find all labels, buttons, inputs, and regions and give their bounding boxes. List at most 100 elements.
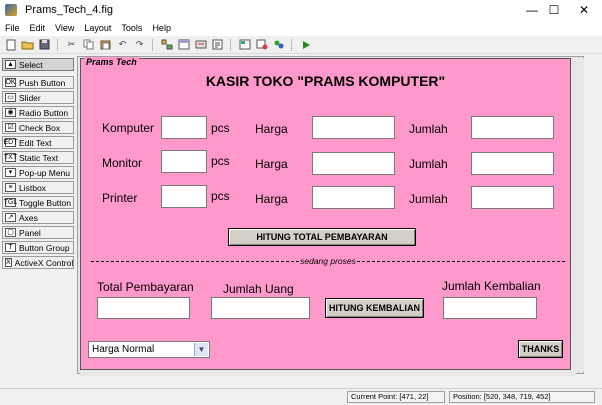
- palette-listbox[interactable]: ≡ Listbox: [2, 181, 74, 194]
- total-label: Jumlah: [409, 157, 448, 171]
- panel-title: Prams Tech: [84, 57, 139, 67]
- vertical-scrollbar[interactable]: [576, 58, 584, 372]
- palette-radio-button[interactable]: ◉ Radio Button: [2, 106, 74, 119]
- palette-label: Select: [19, 59, 43, 70]
- palette-edit-text[interactable]: EDT Edit Text: [2, 136, 74, 149]
- button-group-icon: T: [5, 243, 16, 252]
- align-icon[interactable]: [160, 39, 173, 51]
- guide-window: Prams_Tech_4.fig — ☐ ✕ File Edit View La…: [0, 0, 602, 405]
- price-input-printer[interactable]: [312, 186, 395, 209]
- menu-layout[interactable]: Layout: [79, 23, 116, 33]
- change-input[interactable]: [443, 297, 537, 319]
- title-bar: Prams_Tech_4.fig — ☐ ✕: [0, 0, 602, 20]
- palette-activex-control[interactable]: X ActiveX Control: [2, 256, 74, 269]
- menu-tools[interactable]: Tools: [116, 23, 147, 33]
- price-type-popup[interactable]: Harga Normal ▼: [88, 341, 210, 358]
- total-label: Jumlah: [409, 122, 448, 136]
- toolbar-separator: [291, 38, 292, 51]
- qty-input-komputer[interactable]: [161, 116, 207, 139]
- palette-label: Radio Button: [19, 107, 69, 118]
- price-input-komputer[interactable]: [312, 116, 395, 139]
- thanks-button[interactable]: THANKS: [518, 340, 563, 358]
- divider-line: [356, 260, 565, 262]
- qty-input-printer[interactable]: [161, 185, 207, 208]
- status-bar: Current Point: [471, 22] Position: [520,…: [0, 388, 602, 405]
- chevron-down-icon[interactable]: ▼: [194, 343, 208, 356]
- calculate-total-button[interactable]: HITUNG TOTAL PEMBAYARAN: [228, 228, 416, 246]
- palette-label: Panel: [19, 227, 41, 238]
- popup-menu-icon: ▾: [5, 168, 16, 177]
- total-input-printer[interactable]: [471, 186, 554, 209]
- tab-order-icon[interactable]: [194, 39, 207, 51]
- window-title: Prams_Tech_4.fig: [25, 4, 114, 16]
- palette-static-text[interactable]: TXT Static Text: [2, 151, 74, 164]
- total-payment-input[interactable]: [97, 297, 190, 319]
- menu-bar: File Edit View Layout Tools Help: [0, 20, 602, 36]
- menu-editor-icon[interactable]: [177, 39, 190, 51]
- price-label: Harga: [255, 122, 288, 136]
- radio-button-icon: ◉: [5, 108, 16, 117]
- run-icon[interactable]: [299, 39, 312, 51]
- total-label: Jumlah: [409, 192, 448, 206]
- palette-select[interactable]: ▲ Select: [2, 58, 74, 71]
- unit-label: pcs: [211, 189, 230, 203]
- mfile-editor-icon[interactable]: [211, 39, 224, 51]
- palette-label: Slider: [19, 92, 41, 103]
- palette-label: Edit Text: [19, 137, 52, 148]
- pointer-icon: ▲: [5, 60, 16, 69]
- palette-label: Button Group: [19, 242, 70, 253]
- palette-check-box[interactable]: ☑ Check Box: [2, 121, 74, 134]
- total-payment-label: Total Pembayaran: [97, 280, 194, 294]
- price-label: Harga: [255, 157, 288, 171]
- toggle-button-icon: TGL: [3, 198, 18, 207]
- palette-axes[interactable]: ↗ Axes: [2, 211, 74, 224]
- axes-icon: ↗: [5, 213, 16, 222]
- palette-panel[interactable]: ▢ Panel: [2, 226, 74, 239]
- object-browser-icon[interactable]: [255, 39, 268, 51]
- total-input-komputer[interactable]: [471, 116, 554, 139]
- palette-label: Listbox: [19, 182, 46, 193]
- qty-input-monitor[interactable]: [161, 150, 207, 173]
- item-label-monitor: Monitor: [102, 156, 143, 170]
- toolbox-icon[interactable]: [272, 39, 285, 51]
- total-input-monitor[interactable]: [471, 152, 554, 175]
- palette-label: Check Box: [19, 122, 61, 133]
- prams-tech-panel[interactable]: [80, 58, 571, 370]
- money-input[interactable]: [211, 297, 310, 319]
- palette-button-group[interactable]: T Button Group: [2, 241, 74, 254]
- horizontal-scrollbar[interactable]: [80, 370, 576, 376]
- item-label-komputer: Komputer: [102, 121, 155, 135]
- price-input-monitor[interactable]: [312, 152, 395, 175]
- paste-icon[interactable]: [99, 39, 112, 51]
- popup-selected-value: Harga Normal: [92, 344, 155, 355]
- menu-help[interactable]: Help: [147, 23, 176, 33]
- property-inspector-icon[interactable]: [238, 39, 251, 51]
- palette-label: ActiveX Control: [14, 257, 74, 268]
- palette-toggle-button[interactable]: TGL Toggle Button: [2, 196, 74, 209]
- palette-popup-menu[interactable]: ▾ Pop-up Menu: [2, 166, 74, 179]
- push-button-icon: OK: [5, 78, 16, 87]
- item-label-printer: Printer: [102, 191, 138, 205]
- open-icon[interactable]: [21, 39, 34, 51]
- palette-slider[interactable]: ▭ Slider: [2, 91, 74, 104]
- menu-view[interactable]: View: [50, 23, 79, 33]
- new-icon[interactable]: [4, 39, 17, 51]
- menu-edit[interactable]: Edit: [25, 23, 51, 33]
- redo-icon[interactable]: ↷: [133, 39, 146, 51]
- menu-file[interactable]: File: [0, 23, 25, 33]
- calculate-change-button[interactable]: HITUNG KEMBALIAN: [325, 298, 424, 318]
- current-point-readout: Current Point: [471, 22]: [347, 391, 445, 403]
- edit-text-icon: EDT: [3, 138, 18, 147]
- palette-label: Pop-up Menu: [19, 167, 71, 178]
- static-text-icon: TXT: [3, 153, 18, 162]
- check-box-icon: ☑: [5, 123, 16, 132]
- palette-label: Push Button: [19, 77, 66, 88]
- close-button[interactable]: ✕: [566, 0, 602, 20]
- save-icon[interactable]: [38, 39, 51, 51]
- palette-push-button[interactable]: OK Push Button: [2, 76, 74, 89]
- slider-icon: ▭: [5, 93, 16, 102]
- undo-icon[interactable]: ↶: [116, 39, 129, 51]
- cut-icon[interactable]: ✂: [65, 39, 78, 51]
- position-readout: Position: [520, 348, 719, 452]: [449, 391, 595, 403]
- copy-icon[interactable]: [82, 39, 95, 51]
